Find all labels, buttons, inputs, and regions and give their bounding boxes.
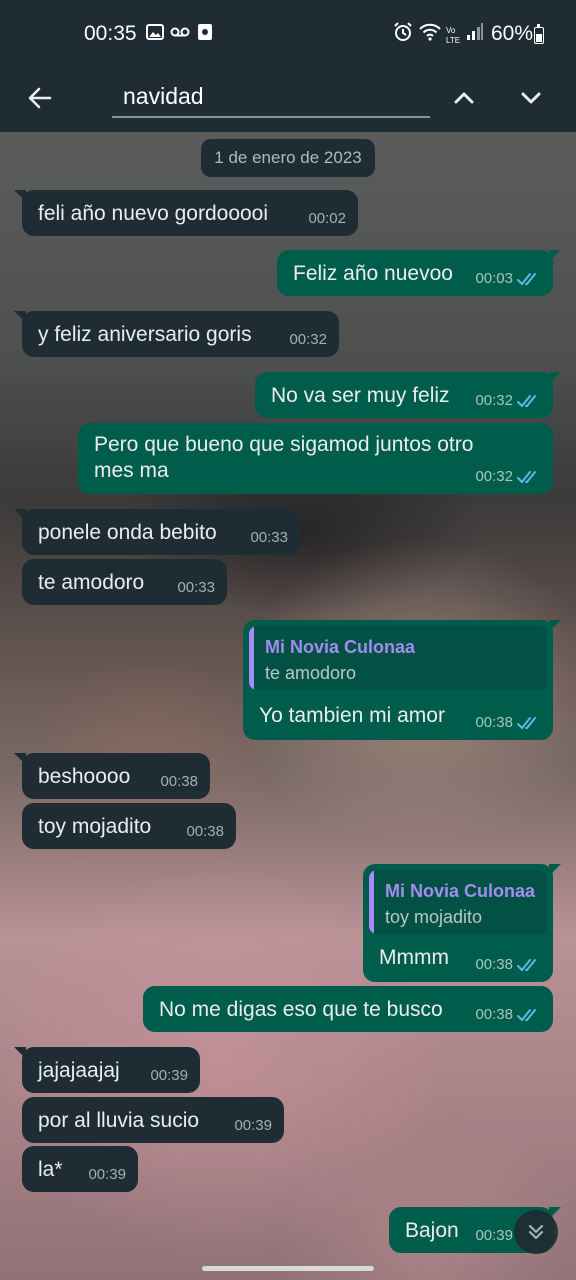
message-time: 00:38 (186, 823, 224, 840)
message-text: beshoooo (38, 765, 131, 788)
double-check-icon (517, 471, 536, 484)
message-text: te amodoro (38, 571, 145, 594)
quote-accent-bar (369, 870, 374, 934)
svg-text:LTE: LTE (446, 36, 460, 45)
chevron-down-icon (521, 92, 541, 104)
message-incoming[interactable]: te amodoro 00:33 (22, 559, 227, 605)
battery-icon (534, 24, 544, 44)
message-incoming[interactable]: toy mojadito 00:38 (22, 803, 236, 849)
message-text: No me digas eso que te busco (159, 998, 443, 1021)
message-time: 00:32 (289, 331, 327, 348)
message-outgoing[interactable]: Feliz año nuevoo 00:03 (277, 250, 561, 296)
message-time: 00:32 (475, 392, 513, 409)
back-arrow-icon[interactable] (22, 80, 58, 116)
message-time: 00:39 (234, 1117, 272, 1134)
double-chevron-down-icon (528, 1224, 544, 1240)
message-incoming[interactable]: feli año nuevo gordooooi 00:02 (14, 190, 358, 236)
message-time: 00:38 (475, 1006, 513, 1023)
message-text: la* (38, 1158, 63, 1181)
message-text: Mmmm (379, 946, 449, 969)
message-text: ponele onda bebito (38, 521, 217, 544)
message-text: Feliz año nuevoo (293, 262, 453, 285)
message-text-line2: mes ma (94, 459, 169, 482)
search-header (0, 66, 576, 132)
message-incoming[interactable]: beshoooo 00:38 (14, 753, 210, 799)
message-incoming[interactable]: por al lluvia sucio 00:39 (22, 1097, 284, 1143)
message-time: 00:33 (250, 529, 288, 546)
double-check-icon (517, 273, 536, 286)
home-indicator[interactable] (202, 1266, 374, 1271)
double-check-icon (517, 717, 536, 730)
message-outgoing[interactable]: Pero que bueno que sigamod juntos otro m… (78, 423, 553, 494)
scroll-to-bottom-button[interactable] (514, 1210, 558, 1254)
message-text-line1: Pero que bueno que sigamod juntos otro (94, 433, 474, 456)
message-outgoing[interactable]: No va ser muy feliz 00:32 (255, 372, 561, 418)
date-separator: 1 de enero de 2023 (201, 139, 375, 177)
message-time: 00:39 (88, 1166, 126, 1183)
record-icon (197, 22, 213, 48)
message-text: No va ser muy feliz (271, 384, 450, 407)
search-input[interactable] (112, 76, 430, 118)
quote-author: Mi Novia Culonaa (385, 881, 536, 901)
search-up-button[interactable] (448, 82, 480, 114)
message-time: 00:39 (475, 1227, 513, 1244)
message-text: y feliz aniversario goris (38, 323, 252, 346)
message-text: Bajon (405, 1219, 459, 1242)
message-outgoing-reply[interactable]: Mi Novia Culonaa te amodoro Yo tambien m… (243, 620, 561, 740)
signal-icon (466, 22, 484, 49)
alarm-icon (393, 22, 413, 49)
message-text: Yo tambien mi amor (259, 704, 445, 727)
message-outgoing[interactable]: No me digas eso que te busco 00:38 (143, 986, 553, 1032)
quote-text: toy mojadito (385, 907, 483, 927)
message-incoming[interactable]: la* 00:39 (22, 1146, 138, 1192)
message-time: 00:38 (475, 956, 513, 973)
battery-percent: 60% (491, 22, 534, 45)
message-text: feli año nuevo gordooooi (38, 202, 269, 225)
quote-accent-bar (249, 626, 254, 690)
message-incoming[interactable]: y feliz aniversario goris 00:32 (14, 311, 339, 357)
message-incoming[interactable]: ponele onda bebito 00:33 (14, 509, 300, 555)
status-bar: 00:35 Vo LTE 60% (0, 0, 576, 66)
message-time: 00:38 (475, 714, 513, 731)
message-text: toy mojadito (38, 815, 152, 838)
quoted-message[interactable]: Mi Novia Culonaa te amodoro (249, 626, 547, 690)
image-icon (146, 22, 164, 48)
message-incoming[interactable]: jajajaajaj 00:39 (14, 1047, 200, 1093)
message-time: 00:02 (308, 210, 346, 227)
search-down-button[interactable] (515, 82, 547, 114)
message-time: 00:03 (475, 270, 513, 287)
double-check-icon (517, 395, 536, 408)
message-text: jajajaajaj (38, 1059, 120, 1082)
svg-text:Vo: Vo (446, 26, 456, 35)
double-check-icon (517, 959, 536, 972)
message-time: 00:38 (160, 773, 198, 790)
message-text: por al lluvia sucio (38, 1109, 200, 1132)
message-time: 00:39 (150, 1067, 188, 1084)
message-outgoing-reply[interactable]: Mi Novia Culonaa toy mojadito Mmmm 00:38 (363, 864, 561, 982)
double-check-icon (517, 1009, 536, 1022)
voicemail-icon (170, 22, 190, 48)
message-time: 00:32 (475, 468, 513, 485)
quote-author: Mi Novia Culonaa (265, 637, 416, 657)
quote-text: te amodoro (265, 663, 357, 683)
status-time: 00:35 (84, 22, 137, 45)
quoted-message[interactable]: Mi Novia Culonaa toy mojadito (369, 870, 547, 934)
message-time: 00:33 (177, 579, 215, 596)
chevron-up-icon (454, 92, 474, 104)
wifi-icon (418, 22, 442, 49)
volte-icon: Vo LTE (446, 25, 462, 47)
